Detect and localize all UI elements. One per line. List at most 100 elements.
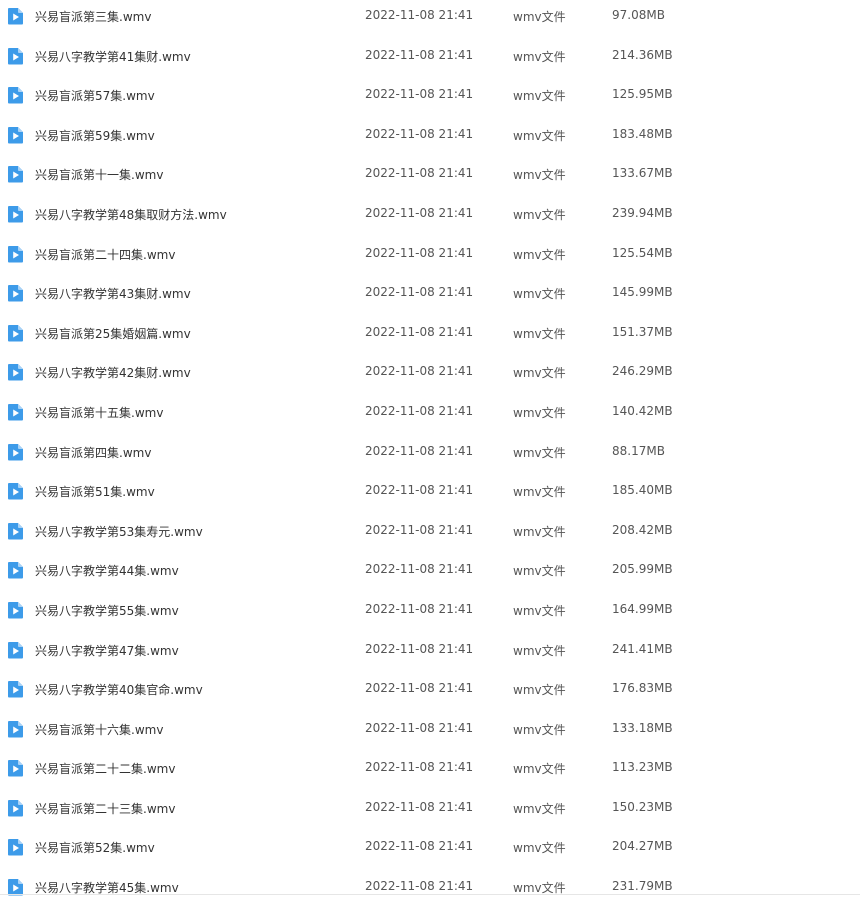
file-row[interactable]: 兴易八字教学第47集.wmv 2022-11-08 21:41 wmv文件 241.4… xyxy=(0,630,860,670)
file-size: 183.48MB xyxy=(612,126,673,141)
file-type: wmv文件 xyxy=(513,722,566,737)
file-name[interactable]: 兴易盲派第52集.wmv xyxy=(35,839,155,856)
video-file-icon[interactable] xyxy=(7,284,24,302)
file-type: wmv文件 xyxy=(513,564,566,579)
video-file-icon[interactable] xyxy=(7,838,24,856)
file-modified-date: 2022-11-08 21:41 xyxy=(365,166,474,181)
file-row[interactable]: 兴易盲派第十六集.wmv 2022-11-08 21:41 wmv文件 133.18M… xyxy=(0,709,860,749)
file-name[interactable]: 兴易盲派第二十四集.wmv xyxy=(35,246,175,263)
file-name[interactable]: 兴易盲派第四集.wmv xyxy=(35,444,151,461)
file-row[interactable]: 兴易八字教学第45集.wmv 2022-11-08 21:41 wmv文件 231.7… xyxy=(0,867,860,907)
file-type: wmv文件 xyxy=(513,524,566,539)
file-size: 239.94MB xyxy=(612,205,673,220)
file-modified-date: 2022-11-08 21:41 xyxy=(365,760,474,775)
file-name[interactable]: 兴易八字教学第41集财.wmv xyxy=(35,48,191,65)
file-type: wmv文件 xyxy=(513,287,566,302)
file-type: wmv文件 xyxy=(513,49,566,64)
file-name[interactable]: 兴易盲派第59集.wmv xyxy=(35,127,155,144)
file-modified-date: 2022-11-08 21:41 xyxy=(365,641,474,656)
file-modified-date: 2022-11-08 21:41 xyxy=(365,601,474,616)
video-file-icon[interactable] xyxy=(7,86,24,104)
video-file-icon[interactable] xyxy=(7,363,24,381)
file-row[interactable]: 兴易盲派第25集婚姻篇.wmv 2022-11-08 21:41 wmv文件 151.… xyxy=(0,313,860,353)
video-file-icon[interactable] xyxy=(7,205,24,223)
file-name[interactable]: 兴易八字教学第53集寿元.wmv xyxy=(35,523,203,540)
file-name[interactable]: 兴易盲派第25集婚姻篇.wmv xyxy=(35,325,191,342)
file-row[interactable]: 兴易八字教学第48集取财方法.wmv 2022-11-08 21:41 wmv文件 2… xyxy=(0,194,860,234)
file-row[interactable]: 兴易八字教学第41集财.wmv 2022-11-08 21:41 wmv文件 214.… xyxy=(0,36,860,76)
file-size: 125.54MB xyxy=(612,245,673,260)
file-row[interactable]: 兴易盲派第57集.wmv 2022-11-08 21:41 wmv文件 125.95M… xyxy=(0,75,860,115)
video-file-icon[interactable] xyxy=(7,324,24,342)
video-file-icon[interactable] xyxy=(7,165,24,183)
file-row[interactable]: 兴易八字教学第43集财.wmv 2022-11-08 21:41 wmv文件 145.… xyxy=(0,273,860,313)
file-row[interactable]: 兴易八字教学第53集寿元.wmv 2022-11-08 21:41 wmv文件 208… xyxy=(0,511,860,551)
file-modified-date: 2022-11-08 21:41 xyxy=(365,443,474,458)
file-name[interactable]: 兴易盲派第二十三集.wmv xyxy=(35,800,175,817)
file-row[interactable]: 兴易盲派第59集.wmv 2022-11-08 21:41 wmv文件 183.48M… xyxy=(0,115,860,155)
video-file-icon[interactable] xyxy=(7,759,24,777)
file-size: 150.23MB xyxy=(612,799,673,814)
file-modified-date: 2022-11-08 21:41 xyxy=(365,720,474,735)
file-name[interactable]: 兴易盲派第二十二集.wmv xyxy=(35,760,175,777)
file-modified-date: 2022-11-08 21:41 xyxy=(365,799,474,814)
file-row[interactable]: 兴易盲派第十五集.wmv 2022-11-08 21:41 wmv文件 140.42M… xyxy=(0,392,860,432)
video-file-icon[interactable] xyxy=(7,561,24,579)
file-modified-date: 2022-11-08 21:41 xyxy=(365,522,474,537)
file-type: wmv文件 xyxy=(513,603,566,618)
video-file-icon[interactable] xyxy=(7,641,24,659)
file-row[interactable]: 兴易八字教学第40集官命.wmv 2022-11-08 21:41 wmv文件 176… xyxy=(0,669,860,709)
file-row[interactable]: 兴易盲派第二十四集.wmv 2022-11-08 21:41 wmv文件 125.54… xyxy=(0,234,860,274)
video-file-icon[interactable] xyxy=(7,403,24,421)
file-row[interactable]: 兴易盲派第三集.wmv 2022-11-08 21:41 wmv文件 97.08MB xyxy=(0,0,860,36)
file-type: wmv文件 xyxy=(513,247,566,262)
file-modified-date: 2022-11-08 21:41 xyxy=(365,403,474,418)
file-row[interactable]: 兴易八字教学第42集财.wmv 2022-11-08 21:41 wmv文件 246.… xyxy=(0,352,860,392)
file-row[interactable]: 兴易盲派第51集.wmv 2022-11-08 21:41 wmv文件 185.40M… xyxy=(0,471,860,511)
file-row[interactable]: 兴易盲派第二十三集.wmv 2022-11-08 21:41 wmv文件 150.23… xyxy=(0,788,860,828)
file-name[interactable]: 兴易盲派第51集.wmv xyxy=(35,483,155,500)
file-name[interactable]: 兴易八字教学第48集取财方法.wmv xyxy=(35,206,227,223)
file-name[interactable]: 兴易盲派第十一集.wmv xyxy=(35,166,163,183)
file-name[interactable]: 兴易八字教学第40集官命.wmv xyxy=(35,681,203,698)
file-row[interactable]: 兴易盲派第二十二集.wmv 2022-11-08 21:41 wmv文件 113.23… xyxy=(0,748,860,788)
video-file-icon[interactable] xyxy=(7,680,24,698)
video-file-icon[interactable] xyxy=(7,799,24,817)
video-file-icon[interactable] xyxy=(7,601,24,619)
file-name[interactable]: 兴易盲派第三集.wmv xyxy=(35,8,151,25)
file-list: 兴易盲派第三集.wmv 2022-11-08 21:41 wmv文件 97.08MB 兴… xyxy=(0,0,860,907)
file-name[interactable]: 兴易八字教学第55集.wmv xyxy=(35,602,179,619)
video-file-icon[interactable] xyxy=(7,443,24,461)
file-row[interactable]: 兴易八字教学第55集.wmv 2022-11-08 21:41 wmv文件 164.9… xyxy=(0,590,860,630)
file-row[interactable]: 兴易盲派第十一集.wmv 2022-11-08 21:41 wmv文件 133.67M… xyxy=(0,154,860,194)
file-name[interactable]: 兴易八字教学第44集.wmv xyxy=(35,562,179,579)
file-type: wmv文件 xyxy=(513,841,566,856)
file-size: 97.08MB xyxy=(612,8,665,22)
file-name[interactable]: 兴易盲派第57集.wmv xyxy=(35,87,155,104)
video-file-icon[interactable] xyxy=(7,245,24,263)
file-type: wmv文件 xyxy=(513,168,566,183)
file-name[interactable]: 兴易盲派第十五集.wmv xyxy=(35,404,163,421)
file-size: 205.99MB xyxy=(612,562,673,577)
video-file-icon[interactable] xyxy=(7,126,24,144)
file-modified-date: 2022-11-08 21:41 xyxy=(365,562,474,577)
file-row[interactable]: 兴易盲派第四集.wmv 2022-11-08 21:41 wmv文件 88.17MB xyxy=(0,432,860,472)
file-name[interactable]: 兴易盲派第十六集.wmv xyxy=(35,721,163,738)
file-row[interactable]: 兴易八字教学第44集.wmv 2022-11-08 21:41 wmv文件 205.9… xyxy=(0,550,860,590)
file-type: wmv文件 xyxy=(513,683,566,698)
file-name[interactable]: 兴易八字教学第47集.wmv xyxy=(35,642,179,659)
video-file-icon[interactable] xyxy=(7,47,24,65)
file-row[interactable]: 兴易盲派第52集.wmv 2022-11-08 21:41 wmv文件 204.27M… xyxy=(0,827,860,867)
file-name[interactable]: 兴易八字教学第43集财.wmv xyxy=(35,285,191,302)
video-file-icon[interactable] xyxy=(7,7,24,25)
file-type: wmv文件 xyxy=(513,762,566,777)
file-type: wmv文件 xyxy=(513,485,566,500)
video-file-icon[interactable] xyxy=(7,482,24,500)
video-file-icon[interactable] xyxy=(7,522,24,540)
file-name[interactable]: 兴易八字教学第42集财.wmv xyxy=(35,364,191,381)
file-modified-date: 2022-11-08 21:41 xyxy=(365,8,474,22)
video-file-icon[interactable] xyxy=(7,720,24,738)
file-size: 113.23MB xyxy=(612,760,673,775)
file-size: 133.67MB xyxy=(612,166,673,181)
file-modified-date: 2022-11-08 21:41 xyxy=(365,483,474,498)
